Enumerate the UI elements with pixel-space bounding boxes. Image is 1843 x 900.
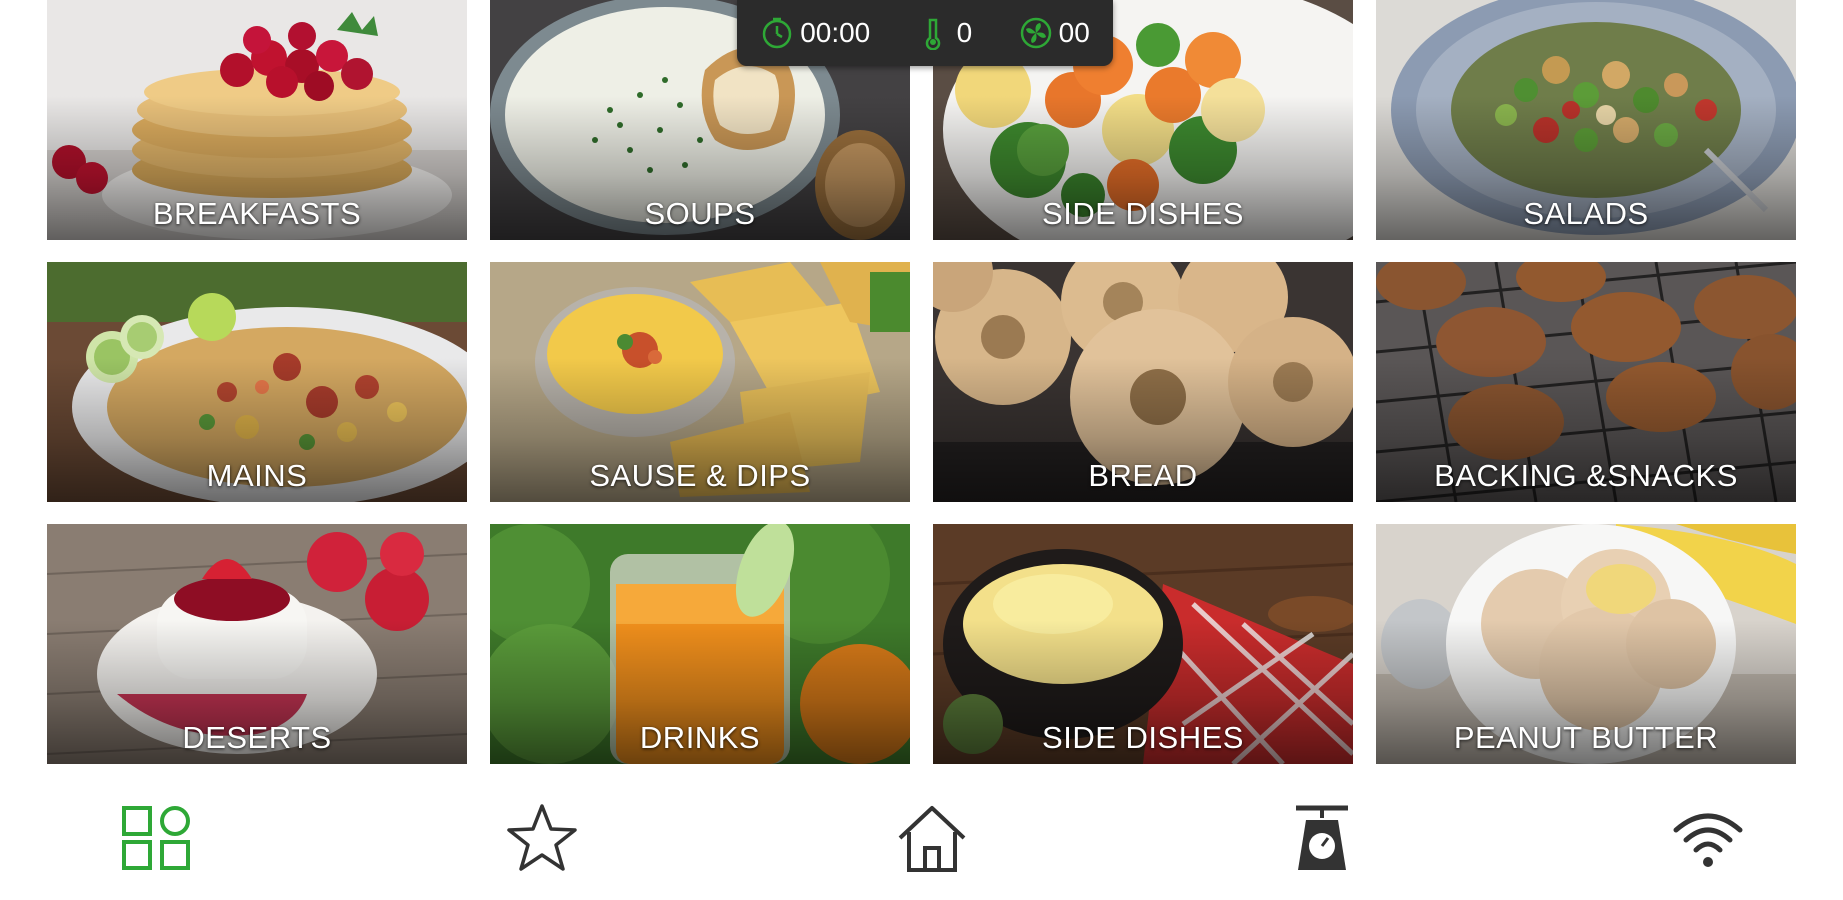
fan-icon	[1020, 17, 1051, 49]
category-label: SAUSE & DIPS	[589, 458, 811, 493]
category-tile-deserts[interactable]: DESERTS	[47, 524, 467, 764]
category-tile-peanut-butter[interactable]: PEANUT BUTTER	[1376, 524, 1796, 764]
category-label: PEANUT BUTTER	[1453, 720, 1719, 755]
category-tile-backing-snacks[interactable]: BACKING &SNACKS	[1376, 262, 1796, 502]
category-tile-drinks[interactable]: DRINKS	[490, 524, 910, 764]
category-label: BREAKFASTS	[152, 196, 362, 231]
category-label: SIDE DISHES	[1042, 196, 1244, 231]
category-label: SOUPS	[644, 196, 756, 231]
category-tile-sause-dips[interactable]: SAUSE & DIPS	[490, 262, 910, 502]
thermometer-icon	[925, 18, 940, 50]
timer-icon	[762, 17, 792, 49]
nav-scale-button[interactable]	[1286, 802, 1358, 874]
scale-icon	[1296, 805, 1348, 870]
category-label: BACKING &SNACKS	[1434, 458, 1738, 493]
star-icon	[507, 804, 577, 871]
nav-favorites-button[interactable]	[506, 802, 578, 874]
category-tile-side-dishes-2[interactable]: SIDE DISHES	[933, 524, 1353, 764]
speed-status: 0	[917, 16, 973, 50]
category-tile-mains[interactable]: MAINS	[47, 262, 467, 502]
category-label: SALADS	[1523, 196, 1649, 231]
grid-icon	[122, 806, 190, 870]
category-grid: BREAKFASTS SOUPS SIDE DISHES SALADS MAIN…	[47, 0, 1796, 764]
category-label: SIDE DISHES	[1042, 720, 1244, 755]
nav-categories-button[interactable]	[120, 802, 192, 874]
speed-value: 0	[956, 17, 973, 48]
wifi-icon	[1673, 813, 1743, 867]
category-label: BREAD	[1088, 458, 1198, 493]
timer-status: 00:00	[760, 16, 870, 50]
category-label: DESERTS	[182, 720, 332, 755]
category-label: DRINKS	[639, 720, 761, 755]
nav-home-button[interactable]	[896, 802, 968, 874]
status-bar: 00:00 0 00	[737, 0, 1113, 66]
fan-value: 00	[1058, 17, 1090, 48]
fan-status: 00	[1019, 16, 1090, 50]
category-label: MAINS	[206, 458, 308, 493]
nav-wifi-button[interactable]	[1672, 802, 1744, 874]
category-tile-salads[interactable]: SALADS	[1376, 0, 1796, 240]
timer-value: 00:00	[800, 17, 871, 48]
category-tile-breakfasts[interactable]: BREAKFASTS	[47, 0, 467, 240]
bottom-navigation	[0, 764, 1843, 900]
home-icon	[898, 806, 966, 872]
category-tile-bread[interactable]: BREAD	[933, 262, 1353, 502]
